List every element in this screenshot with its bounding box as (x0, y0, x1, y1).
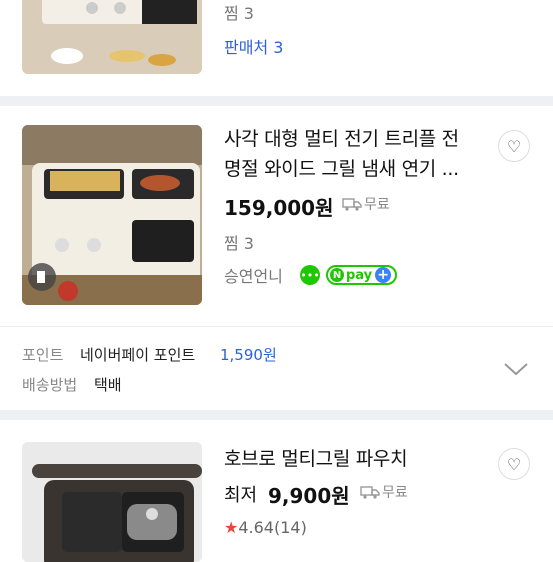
shipping-label: 무료 (364, 197, 390, 213)
truck-icon (360, 486, 380, 499)
product-thumbnail[interactable] (22, 125, 202, 305)
product-title-line1[interactable]: 사각 대형 멀티 전기 트리플 전 (224, 126, 459, 152)
delivery-label: 배송방법 (22, 376, 78, 394)
expand-button[interactable] (500, 356, 532, 380)
star-icon: ★ (224, 518, 239, 537)
section-divider (0, 96, 553, 106)
grill-product-image (22, 125, 202, 305)
product-price: 159,000원 (224, 196, 334, 220)
heart-icon: ♡ (506, 136, 522, 156)
point-description: 네이버페이 포인트 (80, 346, 196, 364)
shipping-info: 무료 (342, 194, 390, 214)
seller-name[interactable]: 승연언니 (224, 263, 283, 287)
truck-icon (342, 198, 362, 211)
product-thumbnail[interactable] (22, 442, 202, 562)
heart-icon: ♡ (506, 454, 522, 474)
talk-talk-button[interactable]: ••• (300, 265, 320, 285)
wishlist-button[interactable]: ♡ (498, 130, 530, 162)
product-price: 9,900원 (268, 484, 350, 508)
point-value: 1,590원 (220, 346, 277, 364)
rating-value: 4.64 (238, 518, 274, 537)
toaster-image (22, 0, 202, 74)
top-wishlist-count: 찜 3 (224, 4, 254, 23)
chevron-down-icon (504, 363, 528, 376)
shipping-info: 무료 (360, 482, 408, 502)
top-sellers-link[interactable]: 판매처 3 (224, 34, 283, 58)
plus-icon: + (375, 267, 392, 283)
product-title[interactable]: 호브로 멀티그릴 파우치 (224, 446, 408, 472)
npay-label: pay (346, 267, 373, 283)
product-title-line2[interactable]: 명절 와이드 그릴 냄새 연기 ... (224, 156, 459, 182)
wishlist-count: 찜 3 (224, 234, 254, 253)
section-divider (0, 410, 553, 420)
price-prefix: 최저 (224, 485, 258, 506)
delivery-value: 택배 (94, 376, 122, 394)
naver-pay-badge: N pay + (326, 265, 398, 285)
chat-bubble-icon: ••• (300, 268, 320, 282)
wishlist-button[interactable]: ♡ (498, 448, 530, 480)
point-label: 포인트 (22, 346, 64, 364)
review-count: (14) (273, 518, 307, 537)
pouch-product-image (22, 442, 202, 562)
product-thumbnail-top[interactable] (22, 0, 202, 74)
naver-n-icon: N (330, 268, 344, 282)
shipping-label: 무료 (382, 485, 408, 501)
rating: ★ 4.64 (14) (224, 518, 307, 537)
benefit-divider (0, 326, 553, 327)
